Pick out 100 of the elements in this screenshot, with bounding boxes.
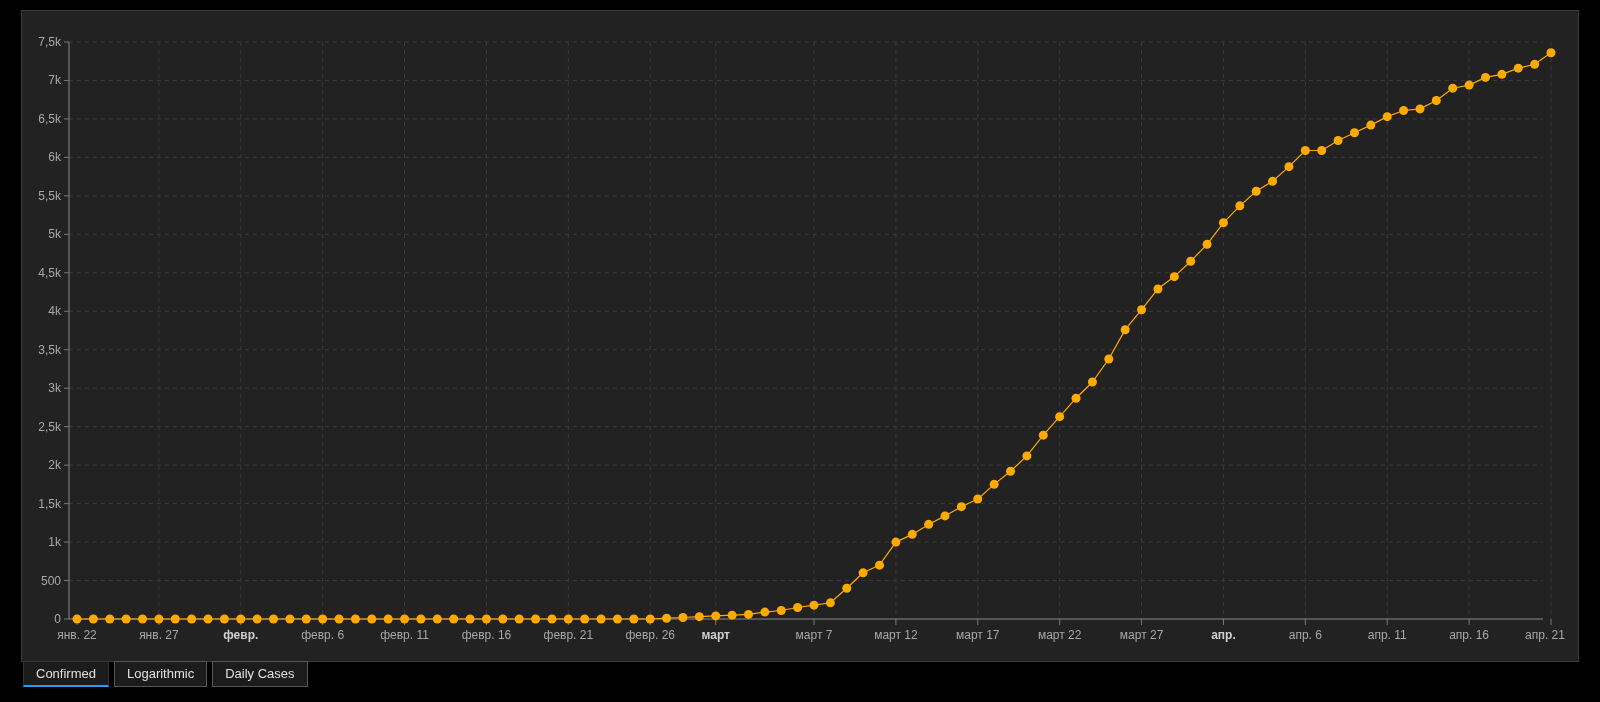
y-axis-label: 6,5k: [38, 111, 61, 126]
y-axis-label: 6k: [48, 150, 61, 165]
data-point: [1022, 451, 1032, 461]
data-point: [154, 614, 164, 624]
data-point: [1251, 186, 1261, 196]
data-point: [891, 537, 901, 547]
data-point: [1382, 112, 1392, 122]
data-point: [350, 614, 360, 624]
data-point: [449, 614, 459, 624]
y-axis-label: 7,5k: [38, 35, 61, 49]
data-point: [956, 502, 966, 512]
tab[interactable]: Logarithmic: [113, 661, 208, 687]
data-point: [629, 614, 639, 624]
data-point: [1186, 256, 1196, 266]
data-point: [744, 609, 753, 619]
data-point: [760, 607, 770, 617]
tab[interactable]: Daily Cases: [212, 661, 308, 687]
tab[interactable]: Confirmed: [23, 661, 109, 687]
x-axis-label: март 27: [1119, 628, 1164, 642]
y-axis-label: 0: [54, 612, 61, 626]
x-axis-label: март: [701, 628, 730, 642]
data-point: [793, 602, 803, 612]
data-point: [547, 614, 557, 624]
data-point: [1300, 146, 1310, 155]
data-point: [465, 614, 475, 624]
data-point: [498, 614, 508, 624]
x-axis-label: февр. 21: [543, 628, 594, 642]
data-point: [334, 614, 344, 624]
x-axis-label: февр. 16: [461, 628, 512, 642]
data-point: [1546, 48, 1556, 58]
data-point: [1481, 72, 1490, 82]
x-axis-label: апр. 11: [1367, 628, 1407, 642]
data-point: [989, 479, 999, 489]
y-axis-label: 500: [40, 573, 61, 588]
x-axis-label: февр.: [223, 628, 259, 642]
data-point: [1137, 305, 1147, 315]
data-point: [88, 614, 98, 624]
data-point: [72, 614, 82, 624]
data-point: [858, 568, 868, 578]
data-point: [662, 613, 672, 623]
data-point: [842, 583, 852, 593]
data-point: [219, 614, 229, 624]
y-axis-label: 2k: [48, 458, 61, 473]
x-axis-label: март 22: [1037, 628, 1082, 642]
x-axis-label: апр.: [1211, 628, 1236, 642]
data-point: [1153, 284, 1163, 294]
data-point: [1268, 176, 1278, 186]
data-point: [1071, 393, 1081, 403]
data-point: [236, 614, 246, 624]
x-axis-label: янв. 22: [57, 628, 97, 642]
data-point: [187, 614, 197, 624]
y-axis-label: 7k: [48, 73, 61, 88]
x-axis-label: янв. 27: [139, 628, 179, 642]
data-point: [1284, 162, 1294, 172]
y-axis-label: 4k: [48, 304, 61, 319]
data-point: [727, 610, 737, 620]
data-point: [1317, 146, 1327, 155]
data-point: [203, 614, 213, 624]
data-point: [776, 606, 786, 616]
data-point: [1497, 69, 1507, 79]
data-point: [1087, 377, 1097, 387]
data-point: [1431, 95, 1441, 105]
data-point: [1169, 272, 1179, 282]
data-point: [531, 614, 541, 624]
data-point: [1218, 218, 1228, 228]
data-point: [170, 614, 180, 624]
data-point: [1399, 105, 1409, 115]
x-axis-label: февр. 11: [380, 628, 429, 642]
data-point: [1202, 239, 1212, 249]
data-point: [694, 612, 704, 622]
data-point: [514, 614, 524, 624]
data-point: [1464, 80, 1474, 90]
data-point: [1120, 325, 1130, 335]
data-point: [1038, 430, 1048, 440]
data-point: [1006, 466, 1016, 476]
data-point: [924, 519, 934, 529]
data-point: [432, 614, 442, 624]
data-point: [285, 614, 295, 624]
x-axis-label: март 7: [795, 628, 833, 642]
data-point: [481, 614, 491, 624]
y-axis-label: 5,5k: [38, 188, 61, 203]
data-point: [318, 614, 328, 624]
data-point: [400, 614, 410, 624]
data-point: [612, 614, 622, 624]
data-point: [973, 494, 983, 504]
data-point: [1235, 201, 1245, 211]
x-axis-label: март 17: [956, 628, 1000, 642]
data-point: [1349, 128, 1359, 138]
data-point: [367, 614, 377, 624]
data-point: [121, 614, 131, 624]
data-point: [907, 529, 917, 539]
data-point: [383, 614, 393, 624]
x-axis-label: февр. 26: [625, 628, 676, 642]
y-axis-label: 3k: [48, 381, 61, 396]
data-point: [645, 614, 655, 624]
data-point: [825, 598, 835, 608]
data-point: [580, 614, 590, 624]
y-axis-label: 1k: [48, 535, 61, 550]
data-point: [563, 614, 573, 624]
y-axis-label: 3,5k: [38, 342, 61, 357]
